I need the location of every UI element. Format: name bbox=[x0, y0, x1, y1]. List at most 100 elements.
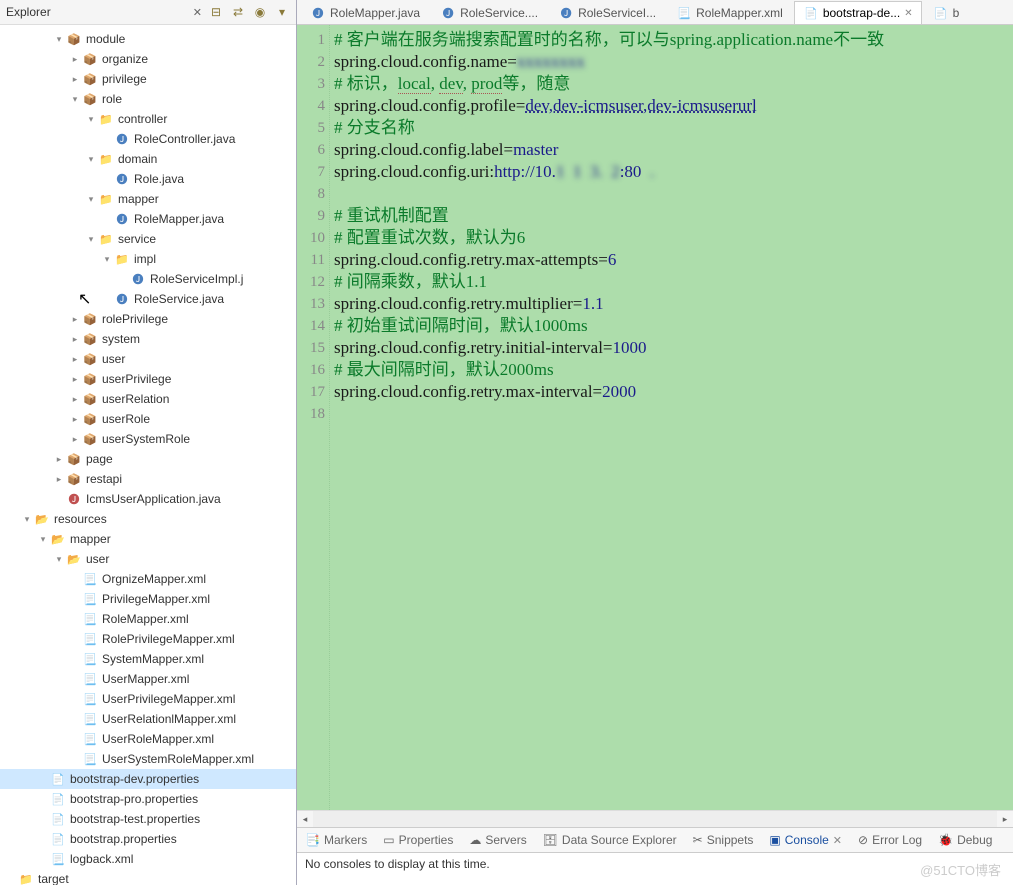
bottom-tab[interactable]: ▭Properties bbox=[383, 833, 453, 847]
code-line[interactable]: spring.cloud.config.retry.max-interval=2… bbox=[334, 381, 1013, 403]
chevron-down-icon[interactable]: ▾ bbox=[84, 114, 98, 125]
project-tree[interactable]: ▾📦module▸📦organize▸📦privilege▾📦role▾📁con… bbox=[0, 25, 296, 885]
chevron-right-icon[interactable]: ▸ bbox=[68, 414, 82, 425]
tree-item[interactable]: ▸📦userSystemRole bbox=[0, 429, 296, 449]
tree-item[interactable]: ▸📃OrgnizeMapper.xml bbox=[0, 569, 296, 589]
tree-item[interactable]: ▸📃UserRoleMapper.xml bbox=[0, 729, 296, 749]
focus-icon[interactable]: ◉ bbox=[252, 4, 268, 20]
tree-item[interactable]: ▸📄bootstrap.properties bbox=[0, 829, 296, 849]
tree-item[interactable]: ▸📄bootstrap-dev.properties bbox=[0, 769, 296, 789]
tree-item[interactable]: ▾📂user bbox=[0, 549, 296, 569]
chevron-down-icon[interactable]: ▾ bbox=[100, 254, 114, 265]
close-tab-icon[interactable]: ✕ bbox=[904, 8, 912, 19]
chevron-right-icon[interactable]: ▸ bbox=[68, 314, 82, 325]
tree-item[interactable]: ▾📁domain bbox=[0, 149, 296, 169]
chevron-down-icon[interactable]: ▾ bbox=[36, 534, 50, 545]
bottom-tab[interactable]: 📑Markers bbox=[305, 833, 367, 847]
tree-item[interactable]: ▸📃SystemMapper.xml bbox=[0, 649, 296, 669]
chevron-right-icon[interactable]: ▸ bbox=[68, 434, 82, 445]
tree-item[interactable]: ▸📦privilege bbox=[0, 69, 296, 89]
tree-item[interactable]: ▾📦module bbox=[0, 29, 296, 49]
code-line[interactable]: spring.cloud.config.retry.multiplier=1.1 bbox=[334, 293, 1013, 315]
chevron-down-icon[interactable]: ▾ bbox=[84, 194, 98, 205]
code-line[interactable] bbox=[334, 183, 1013, 205]
chevron-down-icon[interactable]: ▾ bbox=[84, 234, 98, 245]
chevron-right-icon[interactable]: ▸ bbox=[68, 394, 82, 405]
bottom-tab[interactable]: ▣Console✕ bbox=[769, 833, 842, 847]
code-line[interactable]: # 客户端在服务端搜索配置时的名称，可以与spring.application.… bbox=[334, 29, 1013, 51]
link-editor-icon[interactable]: ⇄ bbox=[230, 4, 246, 20]
bottom-tab[interactable]: 🗄Data Source Explorer bbox=[543, 833, 677, 847]
chevron-right-icon[interactable]: ▸ bbox=[52, 454, 66, 465]
chevron-down-icon[interactable]: ▾ bbox=[20, 514, 34, 525]
bottom-tab[interactable]: 🐞Debug bbox=[938, 833, 992, 847]
chevron-down-icon[interactable]: ▾ bbox=[52, 554, 66, 565]
tree-item[interactable]: ▾📁impl bbox=[0, 249, 296, 269]
bottom-tab[interactable]: ✂Snippets bbox=[693, 833, 754, 847]
editor-tab[interactable]: 🅙RoleServiceI... bbox=[549, 1, 665, 24]
tree-item[interactable]: ▾📂resources bbox=[0, 509, 296, 529]
tree-item[interactable]: ▸🅙RoleMapper.java bbox=[0, 209, 296, 229]
tree-item[interactable]: ▸📄bootstrap-test.properties bbox=[0, 809, 296, 829]
bottom-tab[interactable]: ☁Servers bbox=[469, 833, 526, 847]
code-line[interactable]: # 配置重试次数，默认为6 bbox=[334, 227, 1013, 249]
code-line[interactable]: spring.cloud.config.retry.max-attempts=6 bbox=[334, 249, 1013, 271]
chevron-down-icon[interactable]: ▾ bbox=[52, 34, 66, 45]
tree-item[interactable]: ▸📃logback.xml bbox=[0, 849, 296, 869]
tree-item[interactable]: ▾📁mapper bbox=[0, 189, 296, 209]
tree-item[interactable]: ▸🅙RoleServiceImpl.j bbox=[0, 269, 296, 289]
code-line[interactable]: # 间隔乘数，默认1.1 bbox=[334, 271, 1013, 293]
code-line[interactable]: # 重试机制配置 bbox=[334, 205, 1013, 227]
tree-item[interactable]: ▸📦organize bbox=[0, 49, 296, 69]
code-line[interactable]: spring.cloud.config.name=xxxxxxxx bbox=[334, 51, 1013, 73]
tree-item[interactable]: ▸📁target bbox=[0, 869, 296, 885]
close-view-icon[interactable]: ✕ bbox=[833, 834, 842, 847]
tree-item[interactable]: ▸📃UserPrivilegeMapper.xml bbox=[0, 689, 296, 709]
chevron-down-icon[interactable]: ▾ bbox=[68, 94, 82, 105]
scroll-right-icon[interactable]: ▸ bbox=[997, 811, 1013, 827]
editor-hscroll[interactable]: ◂ ▸ bbox=[297, 810, 1013, 827]
scroll-left-icon[interactable]: ◂ bbox=[297, 811, 313, 827]
code-line[interactable]: # 初始重试间隔时间，默认1000ms bbox=[334, 315, 1013, 337]
code-line[interactable]: spring.cloud.config.retry.initial-interv… bbox=[334, 337, 1013, 359]
tree-item[interactable]: ▸🅙IcmsUserApplication.java bbox=[0, 489, 296, 509]
tree-item[interactable]: ▾📁controller bbox=[0, 109, 296, 129]
tree-item[interactable]: ▸📦user bbox=[0, 349, 296, 369]
tree-item[interactable]: ▸📄bootstrap-pro.properties bbox=[0, 789, 296, 809]
code-line[interactable]: # 标识，local, dev, prod等，随意 bbox=[334, 73, 1013, 95]
code-line[interactable] bbox=[334, 403, 1013, 425]
collapse-all-icon[interactable]: ⊟ bbox=[208, 4, 224, 20]
chevron-right-icon[interactable]: ▸ bbox=[68, 334, 82, 345]
tree-item[interactable]: ▸📦rolePrivilege bbox=[0, 309, 296, 329]
explorer-close-x[interactable]: ✕ bbox=[193, 6, 202, 19]
tree-item[interactable]: ▸📃RoleMapper.xml bbox=[0, 609, 296, 629]
tree-item[interactable]: ▸📦userPrivilege bbox=[0, 369, 296, 389]
tree-item[interactable]: ▸🅙RoleController.java bbox=[0, 129, 296, 149]
tree-item[interactable]: ▾📁service bbox=[0, 229, 296, 249]
code-line[interactable]: spring.cloud.config.label=master bbox=[334, 139, 1013, 161]
editor-tab[interactable]: 🅙RoleService.... bbox=[431, 1, 547, 24]
tree-item[interactable]: ▸📦userRelation bbox=[0, 389, 296, 409]
editor-tab[interactable]: 📃RoleMapper.xml bbox=[667, 1, 792, 24]
chevron-right-icon[interactable]: ▸ bbox=[68, 54, 82, 65]
chevron-right-icon[interactable]: ▸ bbox=[68, 374, 82, 385]
tree-item[interactable]: ▸📦system bbox=[0, 329, 296, 349]
tree-item[interactable]: ▸📃UserRelationlMapper.xml bbox=[0, 709, 296, 729]
tree-item[interactable]: ▸📃RolePrivilegeMapper.xml bbox=[0, 629, 296, 649]
tree-item[interactable]: ▸🅙RoleService.java bbox=[0, 289, 296, 309]
code-line[interactable]: # 分支名称 bbox=[334, 117, 1013, 139]
tree-item[interactable]: ▸📦page bbox=[0, 449, 296, 469]
view-menu-icon[interactable]: ▾ bbox=[274, 4, 290, 20]
chevron-right-icon[interactable]: ▸ bbox=[52, 474, 66, 485]
tree-item[interactable]: ▾📦role bbox=[0, 89, 296, 109]
tree-item[interactable]: ▸📦restapi bbox=[0, 469, 296, 489]
editor-tab[interactable]: 📄bootstrap-de...✕ bbox=[794, 1, 922, 24]
code-line[interactable]: spring.cloud.config.profile=dev,dev-icms… bbox=[334, 95, 1013, 117]
tree-item[interactable]: ▸📃UserSystemRoleMapper.xml bbox=[0, 749, 296, 769]
tree-item[interactable]: ▸🅙Role.java bbox=[0, 169, 296, 189]
code-line[interactable]: # 最大间隔时间，默认2000ms bbox=[334, 359, 1013, 381]
tree-item[interactable]: ▾📂mapper bbox=[0, 529, 296, 549]
tree-item[interactable]: ▸📃UserMapper.xml bbox=[0, 669, 296, 689]
tree-item[interactable]: ▸📦userRole bbox=[0, 409, 296, 429]
code-area[interactable]: # 客户端在服务端搜索配置时的名称，可以与spring.application.… bbox=[330, 25, 1013, 810]
